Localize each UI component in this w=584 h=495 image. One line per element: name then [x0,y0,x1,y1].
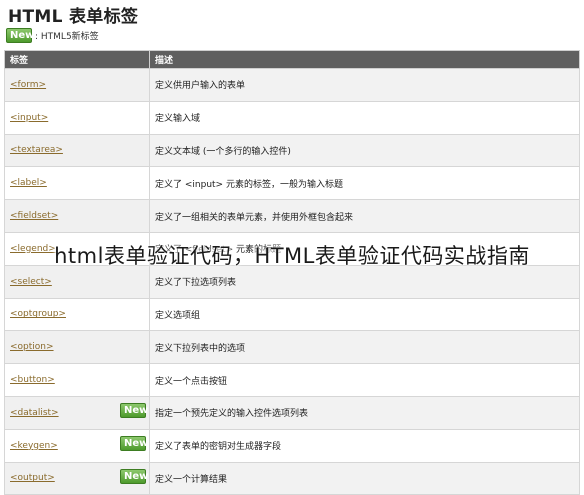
description-cell: 定义选项组 [149,297,580,332]
tag-cell: <label> [4,166,150,201]
description-cell: 定义了表单的密钥对生成器字段 [149,428,580,463]
description-cell: 定义了 <input> 元素的标签，一般为输入标题 [149,166,580,201]
tag-link[interactable]: <keygen> [10,441,58,451]
tag-link[interactable]: <label> [10,178,47,188]
tag-cell: <keygen> New [4,428,150,463]
tag-cell: <fieldset> [4,199,150,233]
description-cell: 定义一个点击按钮 [149,363,580,397]
tag-description: 指定一个预先定义的输入控件选项列表 [155,409,309,420]
column-header-tag: 标签 [4,50,150,69]
table-row: <select> 定义了下拉选项列表 [4,264,580,299]
tag-link[interactable]: <button> [10,375,55,385]
tag-description: 定义一个计算结果 [155,474,228,485]
table-row: <textarea> 定义文本域 (一个多行的输入控件) [4,133,580,168]
tag-description: 定义输入域 [155,114,201,125]
table-row: <label> 定义了 <input> 元素的标签，一般为输入标题 [4,166,580,201]
tag-link[interactable]: <datalist> [10,408,59,418]
tag-link[interactable]: <select> [10,277,52,287]
table-row: <datalist> New 指定一个预先定义的输入控件选项列表 [4,395,580,430]
new-badge-icon: New [120,468,148,484]
legend-text: : HTML5新标签 [35,31,99,42]
tag-description: 定义了 <input> 元素的标签，一般为输入标题 [155,179,343,190]
new-badge-icon: New [6,27,34,43]
description-cell: 定义文本域 (一个多行的输入控件) [149,133,580,168]
table-row: <fieldset> 定义了一组相关的表单元素，并使用外框包含起来 [4,199,580,233]
tag-cell: <input> [4,100,150,135]
tag-description: 定义了下拉选项列表 [155,278,237,289]
tag-link[interactable]: <textarea> [10,145,63,155]
table-row: <keygen> New 定义了表单的密钥对生成器字段 [4,428,580,463]
tag-description: 定义供用户输入的表单 [155,81,246,92]
tag-cell: <datalist> New [4,395,150,430]
table-row: <optgroup> 定义选项组 [4,297,580,332]
table-row: <input> 定义输入域 [4,100,580,135]
column-header-description: 描述 [149,50,580,69]
description-cell: 定义了一组相关的表单元素，并使用外框包含起来 [149,199,580,233]
tag-link[interactable]: <input> [10,113,48,123]
tag-cell: <option> [4,330,150,365]
new-badge-icon: New [120,402,148,418]
tag-description: 定义了一组相关的表单元素，并使用外框包含起来 [155,212,354,223]
description-cell: 定义输入域 [149,100,580,135]
form-tags-table: 标签 描述 <form> 定义供用户输入的表单 <input> 定义输入域 <texta… [4,50,580,495]
table-row: <button> 定义一个点击按钮 [4,363,580,397]
tag-cell: <form> [4,68,150,102]
tag-cell: <select> [4,264,150,299]
new-tag-legend: New : HTML5新标签 [6,27,99,43]
description-cell: 定义下拉列表中的选项 [149,330,580,365]
tag-link[interactable]: <fieldset> [10,211,58,221]
table-row: <form> 定义供用户输入的表单 [4,68,580,102]
tag-cell: <optgroup> [4,297,150,332]
page-title: HTML 表单标签 [8,7,139,27]
table-row: <option> 定义下拉列表中的选项 [4,330,580,365]
description-cell: 指定一个预先定义的输入控件选项列表 [149,395,580,430]
watermark-caption: html表单验证代码，HTML表单验证代码实战指南 [54,244,530,268]
tag-link[interactable]: <option> [10,342,54,352]
tag-description: 定义文本域 (一个多行的输入控件) [155,146,291,157]
tag-link[interactable]: <output> [10,473,55,483]
description-cell: 定义了下拉选项列表 [149,264,580,299]
new-badge-icon: New [120,435,148,451]
tag-link[interactable]: <optgroup> [10,309,66,319]
tag-description: 定义选项组 [155,310,201,321]
table-header-row: 标签 描述 [4,50,580,69]
tag-cell: <button> [4,363,150,397]
tag-description: 定义一个点击按钮 [155,376,228,387]
tag-link[interactable]: <form> [10,80,46,90]
description-cell: 定义供用户输入的表单 [149,68,580,102]
tag-description: 定义了表单的密钥对生成器字段 [155,442,282,453]
tag-cell: <textarea> [4,133,150,168]
tag-description: 定义下拉列表中的选项 [155,343,246,354]
